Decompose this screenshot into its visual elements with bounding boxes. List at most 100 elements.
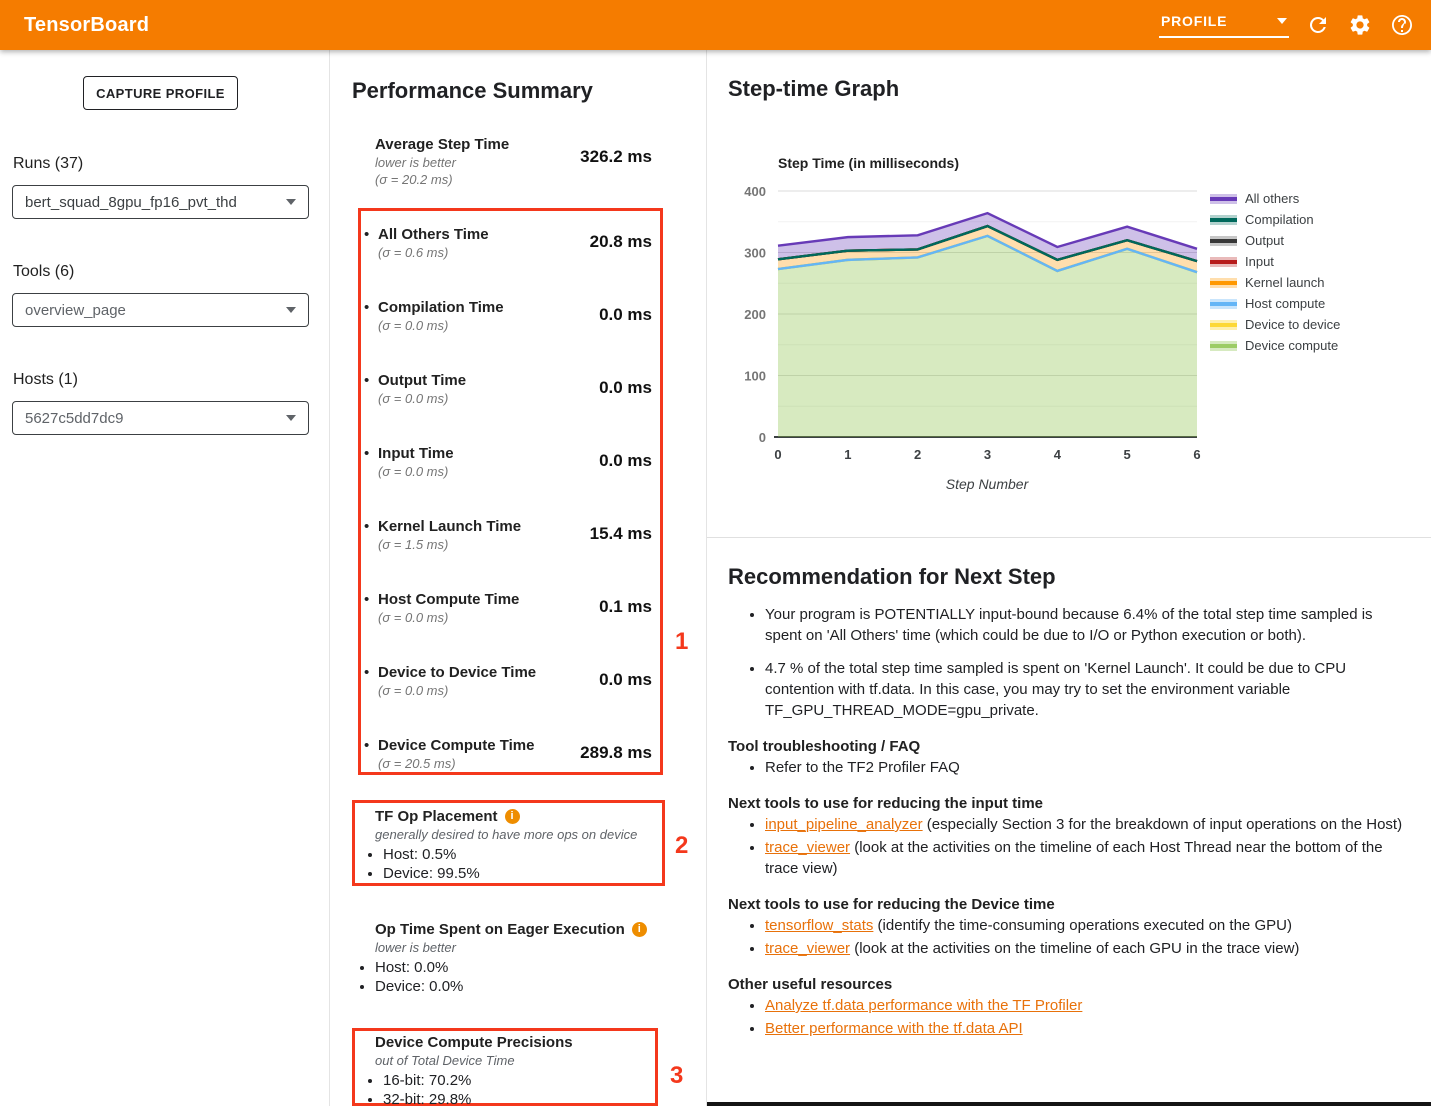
header-controls: PROFILE bbox=[1159, 12, 1415, 38]
annotation-number-3: 3 bbox=[670, 1062, 683, 1090]
app-header: TensorBoard PROFILE bbox=[0, 0, 1431, 50]
tools-select[interactable]: overview_page bbox=[12, 293, 309, 327]
metric-value: 0.1 ms bbox=[599, 597, 652, 617]
section-heading: Next tools to use for reducing the Devic… bbox=[728, 896, 1405, 913]
main-layout: CAPTURE PROFILE Runs (37) bert_squad_8gp… bbox=[0, 50, 1431, 1106]
hosts-select-value: 5627c5dd7dc9 bbox=[25, 410, 123, 427]
help-button[interactable] bbox=[1389, 12, 1415, 38]
list-item: 32-bit: 29.8% bbox=[383, 1090, 645, 1106]
metric-value: 0.0 ms bbox=[599, 670, 652, 690]
legend-swatch bbox=[1210, 257, 1237, 267]
chevron-down-icon bbox=[286, 415, 296, 421]
resource-link[interactable]: Better performance with the tf.data API bbox=[765, 1020, 1023, 1037]
settings-button[interactable] bbox=[1347, 12, 1373, 38]
list-item-text: Refer to the TF2 Profiler FAQ bbox=[765, 759, 960, 776]
legend-item: Compilation bbox=[1210, 209, 1340, 230]
legend-label: Kernel launch bbox=[1245, 275, 1325, 290]
dashboard-select[interactable]: PROFILE bbox=[1159, 13, 1289, 38]
average-step-time-row: Average Step Time lower is better (σ = 2… bbox=[375, 135, 652, 188]
metric-sigma: (σ = 20.2 ms) bbox=[375, 171, 652, 188]
list-item: 16-bit: 70.2% bbox=[383, 1071, 645, 1090]
legend-item: Kernel launch bbox=[1210, 272, 1340, 293]
tf-op-placement-title: TF Op Placement bbox=[375, 807, 652, 826]
section-list: tensorflow_stats (identify the time-cons… bbox=[728, 915, 1405, 959]
annotation-number-1: 1 bbox=[675, 628, 688, 656]
metric-row: Device to Device Time (σ = 0.0 ms) 0.0 m… bbox=[364, 663, 652, 699]
chart-x-axis-label: Step Number bbox=[946, 476, 1030, 492]
metric-value: 0.0 ms bbox=[599, 378, 652, 398]
metric-value: 326.2 ms bbox=[580, 147, 652, 167]
legend-swatch bbox=[1210, 194, 1237, 204]
gear-icon bbox=[1348, 13, 1372, 37]
eager-execution-list: Host: 0.0% Device: 0.0% bbox=[355, 958, 680, 996]
device-precisions-list: 16-bit: 70.2% 32-bit: 29.8% bbox=[363, 1071, 645, 1106]
info-icon[interactable] bbox=[632, 922, 647, 937]
list-item: Host: 0.0% bbox=[375, 958, 680, 977]
svg-text:200: 200 bbox=[744, 307, 766, 322]
block-note: lower is better bbox=[375, 939, 680, 957]
metric-row: Compilation Time (σ = 0.0 ms) 0.0 ms bbox=[364, 298, 652, 334]
list-item: 4.7 % of the total step time sampled is … bbox=[765, 658, 1405, 721]
help-icon bbox=[1390, 13, 1414, 37]
metric-row: Input Time (σ = 0.0 ms) 0.0 ms bbox=[364, 444, 652, 480]
chevron-down-icon bbox=[1277, 18, 1287, 24]
hosts-select[interactable]: 5627c5dd7dc9 bbox=[12, 401, 309, 435]
tool-link[interactable]: tensorflow_stats bbox=[765, 917, 873, 934]
legend-item: Device to device bbox=[1210, 314, 1340, 335]
refresh-button[interactable] bbox=[1305, 12, 1331, 38]
capture-profile-button[interactable]: CAPTURE PROFILE bbox=[83, 76, 238, 110]
legend-item: Device compute bbox=[1210, 335, 1340, 356]
recommendation-card: Recommendation for Next Step Your progra… bbox=[707, 538, 1431, 1106]
runs-label: Runs (37) bbox=[13, 155, 83, 173]
list-item: Device: 0.0% bbox=[375, 977, 680, 996]
list-item: Better performance with the tf.data API bbox=[765, 1018, 1405, 1039]
recommendation-title: Recommendation for Next Step bbox=[728, 564, 1405, 590]
info-icon[interactable] bbox=[505, 809, 520, 824]
section-heading: Other useful resources bbox=[728, 976, 1405, 993]
legend-swatch bbox=[1210, 320, 1237, 330]
svg-text:5: 5 bbox=[1124, 447, 1131, 462]
runs-select[interactable]: bert_squad_8gpu_fp16_pvt_thd bbox=[12, 185, 309, 219]
svg-text:0: 0 bbox=[774, 447, 781, 462]
svg-text:3: 3 bbox=[984, 447, 991, 462]
list-item: Refer to the TF2 Profiler FAQ bbox=[765, 757, 1405, 778]
chart-title: Step Time (in milliseconds) bbox=[778, 155, 959, 171]
list-item: Device: 99.5% bbox=[383, 864, 652, 883]
svg-text:1: 1 bbox=[844, 447, 851, 462]
legend-swatch bbox=[1210, 299, 1237, 309]
metric-value: 20.8 ms bbox=[590, 232, 652, 252]
chevron-down-icon bbox=[286, 199, 296, 205]
resource-link[interactable]: Analyze tf.data performance with the TF … bbox=[765, 997, 1082, 1014]
list-item: Host: 0.5% bbox=[383, 845, 652, 864]
svg-text:400: 400 bbox=[744, 184, 766, 199]
list-item-text: (look at the activities on the timeline … bbox=[765, 839, 1383, 877]
dashboard-select-value: PROFILE bbox=[1161, 13, 1227, 29]
legend-swatch bbox=[1210, 341, 1237, 351]
refresh-icon bbox=[1306, 13, 1330, 37]
list-item: input_pipeline_analyzer (especially Sect… bbox=[765, 814, 1405, 835]
annotation-box-2: TF Op Placement generally desired to hav… bbox=[352, 800, 665, 886]
legend-swatch bbox=[1210, 236, 1237, 246]
chevron-down-icon bbox=[286, 307, 296, 313]
metric-row: Output Time (σ = 0.0 ms) 0.0 ms bbox=[364, 371, 652, 407]
tf-op-placement-list: Host: 0.5% Device: 99.5% bbox=[363, 845, 652, 883]
svg-text:6: 6 bbox=[1193, 447, 1200, 462]
block-note: generally desired to have more ops on de… bbox=[375, 826, 652, 844]
legend-label: All others bbox=[1245, 191, 1299, 206]
legend-label: Output bbox=[1245, 233, 1284, 248]
tool-link[interactable]: input_pipeline_analyzer bbox=[765, 816, 923, 833]
svg-text:100: 100 bbox=[744, 369, 766, 384]
legend-item: Host compute bbox=[1210, 293, 1340, 314]
metric-row: Host Compute Time (σ = 0.0 ms) 0.1 ms bbox=[364, 590, 652, 626]
tool-link[interactable]: trace_viewer bbox=[765, 839, 850, 856]
block-title-text: TF Op Placement bbox=[375, 807, 498, 826]
section-list: Analyze tf.data performance with the TF … bbox=[728, 995, 1405, 1039]
step-time-graph-card: Step-time Graph 01002003004000123456 Ste… bbox=[707, 50, 1431, 538]
performance-summary-panel: Performance Summary Average Step Time lo… bbox=[330, 50, 707, 1106]
device-precisions-title: Device Compute Precisions bbox=[375, 1033, 645, 1052]
legend-label: Host compute bbox=[1245, 296, 1325, 311]
right-panel: Step-time Graph 01002003004000123456 Ste… bbox=[707, 50, 1431, 1106]
tool-link[interactable]: trace_viewer bbox=[765, 940, 850, 957]
legend-label: Compilation bbox=[1245, 212, 1314, 227]
legend-label: Device compute bbox=[1245, 338, 1338, 353]
